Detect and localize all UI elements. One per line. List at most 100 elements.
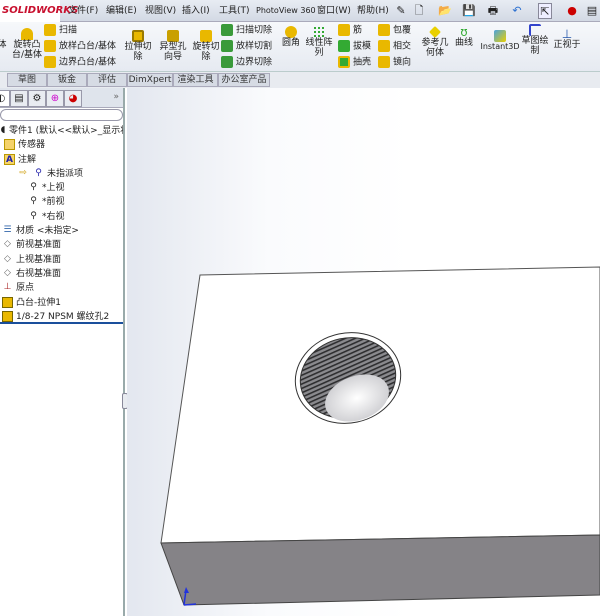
file-properties-icon[interactable]: ▤ [585,3,599,19]
tree-item-top-plane[interactable]: ◇ 上视基准面 [0,253,123,267]
feature-tree: ◖零件1 (默认<<默认>_显示状态 传感器 A注解 ⇨⚲未指派项 ⚲*上视 ⚲… [0,124,123,325]
solidworks-logo: SOLIDWORKS [0,0,78,22]
rebuild-icon[interactable]: ● [565,3,579,19]
tree-item-tapped-hole[interactable]: 1/8-27 NPSM 螺纹孔2 [0,310,123,325]
reference-geometry-icon [429,26,441,38]
sketch-button[interactable]: 草图绘 制 [520,24,550,56]
instant3d-button[interactable]: Instant3D [480,30,520,52]
pin-icon[interactable]: ✎ [394,3,408,19]
tab-sheet-metal[interactable]: 钣金 [47,73,87,87]
rib-button[interactable]: 筋 [338,24,362,37]
property-manager-tab[interactable]: ▤ [10,90,28,107]
menu-bar: SOLIDWORKS 文件(F) 编辑(E) 视图(V) 插入(I) 工具(T)… [0,0,600,22]
tree-root[interactable]: ◖零件1 (默认<<默认>_显示状态 [0,124,123,138]
revolve-cut-button[interactable]: 旋转切 除 [190,30,222,62]
instant3d-icon [494,30,506,42]
tree-item-top-view[interactable]: ⚲ *上视 [0,181,123,195]
part-icon: ◖ [0,125,6,135]
sweep-cut-button[interactable]: 扫描切除 [221,24,272,37]
graphics-area[interactable] [127,88,600,616]
plane-icon: ◇ [4,267,11,278]
feature-tree-tab[interactable]: ◐ [0,90,10,107]
view-icon: ⚲ [30,210,37,221]
tree-filter-input[interactable] [0,109,123,121]
boundary-icon [44,56,56,68]
revolve-boss-button[interactable]: 旋转凸 台/基体 [10,28,44,60]
mirror-button[interactable]: 镜向 [378,56,411,69]
tab-sketch[interactable]: 草图 [7,73,47,87]
wrap-button[interactable]: 包覆 [378,24,411,37]
tree-item-right-plane[interactable]: ◇ 右视基准面 [0,267,123,281]
tree-item-origin[interactable]: ⊥ 原点 [0,281,123,295]
menu-help[interactable]: 帮助(H) [357,0,389,22]
menu-tools[interactable]: 工具(T) [219,0,250,22]
loft-cut-button[interactable]: 放样切割 [221,40,272,53]
tab-office-products[interactable]: 办公室产品 [218,73,270,87]
tree-item-front-view[interactable]: ⚲ *前视 [0,195,123,209]
configuration-manager-tab[interactable]: ⚙ [28,90,46,107]
plane-icon: ◇ [4,253,11,264]
boundary-cut-button[interactable]: 边界切除 [221,56,272,69]
menu-insert[interactable]: 插入(I) [182,0,210,22]
intersect-button[interactable]: 相交 [378,40,411,53]
display-manager-tab[interactable]: ◕ [64,90,82,107]
shell-button[interactable]: 抽壳 [338,56,371,69]
menu-photoview[interactable]: PhotoView 360 [256,0,316,22]
loft-button[interactable]: 放样凸台/基体 [44,40,116,53]
boundary-boss-button[interactable]: 边界凸台/基体 [44,56,116,69]
hole-feature-icon [2,310,13,322]
more-tabs-icon[interactable]: » [113,92,119,102]
boundary-cut-icon [221,56,233,68]
linear-pattern-icon [313,26,325,38]
normal-to-icon: ⊥ [561,27,573,41]
hole-wizard-button[interactable]: 异型孔 向导 [156,30,190,62]
tree-item-front-plane[interactable]: ◇ 前视基准面 [0,238,123,252]
open-icon[interactable]: 📂 [438,3,452,19]
curves-button[interactable]: ʊ 曲线 [452,26,476,48]
extrude-cut-button[interactable]: 拉伸切 除 [122,30,154,62]
loft-icon [44,40,56,52]
dimxpert-tab[interactable]: ⊕ [46,90,64,107]
view-icon: ⚲ [35,167,42,178]
draft-icon [338,40,350,52]
linear-pattern-button[interactable]: 线性阵 列 [304,26,334,58]
new-document-icon[interactable]: 🗋 [412,3,426,19]
reference-geometry-button[interactable]: 参考几 何体 [420,26,450,58]
model-view [160,266,600,606]
command-tabs: 草图 钣金 评估 DimXpert 渲染工具 办公室产品 [0,72,600,88]
menu-file[interactable]: 文件(F) [68,0,98,22]
fillet-icon [285,26,297,38]
sweep-icon [44,24,56,36]
sweep-button[interactable]: 扫描 [44,24,77,37]
tab-dimxpert[interactable]: DimXpert [127,73,173,87]
fillet-button[interactable]: 圆角 [280,26,302,48]
tree-item-unassigned[interactable]: ⇨ ⚲ 未指派项 [0,167,123,181]
select-icon[interactable]: ⇱ [538,3,552,19]
wrap-icon [378,24,390,36]
revolve-cut-icon [200,30,212,42]
intersect-icon [378,40,390,52]
hole-wizard-icon [167,30,179,42]
tree-item-material[interactable]: ☰ 材质 <未指定> [0,224,123,238]
tree-item-annotations[interactable]: A 注解 [0,153,123,167]
tree-item-right-view[interactable]: ⚲ *右视 [0,210,123,224]
rib-icon [338,24,350,36]
save-icon[interactable]: 💾 [462,3,476,19]
tree-item-boss-extrude[interactable]: 凸台-拉伸1 [0,296,123,310]
normal-to-button[interactable]: ⊥ 正视于 [552,28,582,50]
tab-evaluate[interactable]: 评估 [87,73,127,87]
command-manager: 体 旋转凸 台/基体 扫描 放样凸台/基体 边界凸台/基体 拉伸切 除 异型孔 … [0,22,600,72]
extrude-boss-button[interactable]: 体 [0,40,8,50]
panel-tabs: ◐ ▤ ⚙ ⊕ ◕ » [0,88,123,108]
menu-window[interactable]: 窗口(W) [317,0,351,22]
sweep-cut-icon [221,24,233,36]
tab-render-tools[interactable]: 渲染工具 [173,73,218,87]
undo-icon[interactable]: ↶ [510,3,524,19]
menu-edit[interactable]: 编辑(E) [106,0,137,22]
draft-button[interactable]: 拔模 [338,40,371,53]
block-front-face[interactable] [160,534,600,606]
print-icon[interactable]: 🖶 [486,3,500,19]
menu-view[interactable]: 视图(V) [145,0,176,22]
tree-item-sensors[interactable]: 传感器 [0,138,123,152]
loft-cut-icon [221,40,233,52]
